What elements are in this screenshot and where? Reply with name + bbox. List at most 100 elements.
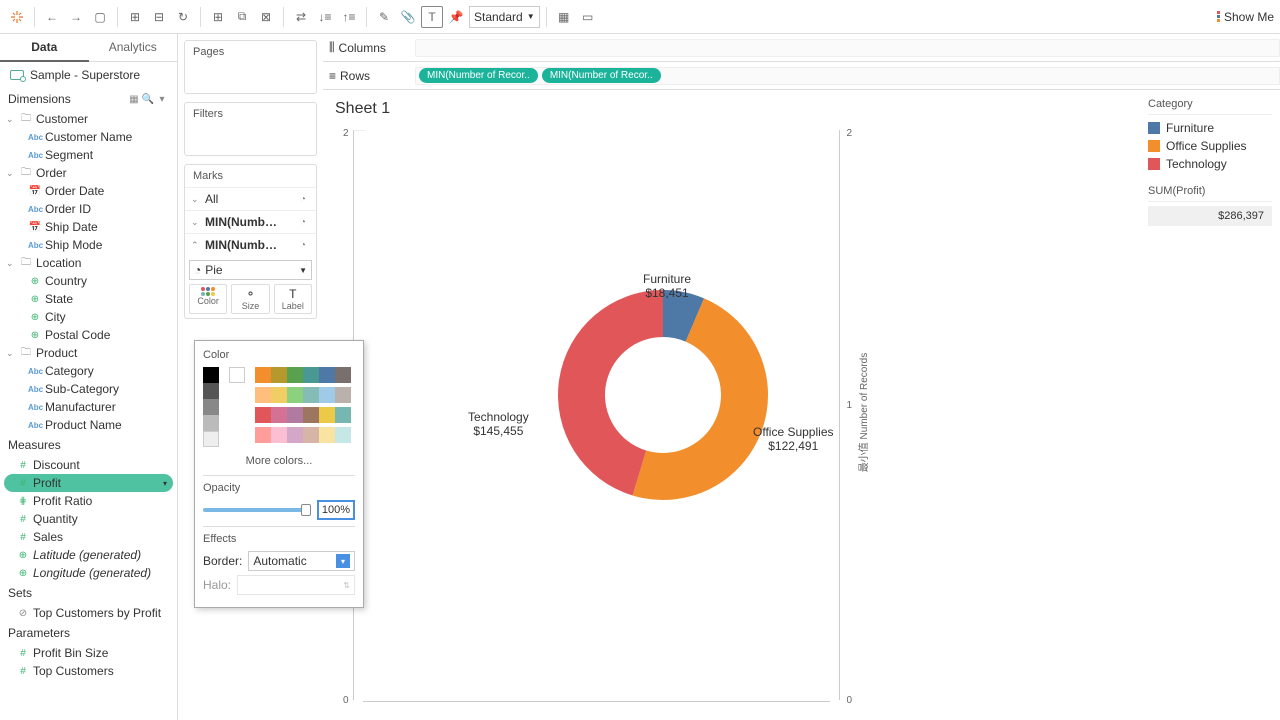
color-swatch[interactable]: [203, 383, 219, 399]
param-profit-bin[interactable]: #Profit Bin Size: [0, 644, 177, 662]
presentation-icon[interactable]: ▭: [577, 6, 599, 28]
field-customer-name[interactable]: AbcCustomer Name: [0, 128, 177, 146]
field-order-date[interactable]: 📅Order Date: [0, 182, 177, 200]
pin-icon[interactable]: 📌: [445, 6, 467, 28]
slider-thumb[interactable]: [301, 504, 311, 516]
field-ship-date[interactable]: 📅Ship Date: [0, 218, 177, 236]
color-swatch[interactable]: [303, 407, 319, 423]
color-swatch[interactable]: [203, 415, 219, 431]
color-swatch[interactable]: [319, 427, 335, 443]
undo-icon[interactable]: ←: [41, 6, 63, 28]
color-swatch[interactable]: [255, 407, 271, 423]
color-swatch[interactable]: [319, 367, 335, 383]
border-dropdown[interactable]: Automatic▾: [248, 551, 355, 571]
set-top-customers[interactable]: ⊘Top Customers by Profit: [0, 604, 177, 622]
color-swatch[interactable]: [203, 399, 219, 415]
field-latitude[interactable]: ⊕Latitude (generated): [0, 546, 177, 564]
pill-min-records-1[interactable]: MIN(Number of Recor..: [419, 68, 538, 83]
duplicate-icon[interactable]: ⧉: [231, 6, 253, 28]
field-category[interactable]: AbcCategory: [0, 362, 177, 380]
more-colors-link[interactable]: More colors...: [203, 455, 355, 467]
save-icon[interactable]: ▢: [89, 6, 111, 28]
field-state[interactable]: ⊕State: [0, 290, 177, 308]
field-segment[interactable]: AbcSegment: [0, 146, 177, 164]
field-postal-code[interactable]: ⊕Postal Code: [0, 326, 177, 344]
fit-dropdown[interactable]: Standard▼: [469, 6, 540, 28]
folder-order[interactable]: ⌄🗀Order: [0, 164, 177, 182]
color-swatch[interactable]: [229, 367, 245, 383]
highlight-icon[interactable]: ✎: [373, 6, 395, 28]
folder-product[interactable]: ⌄🗀Product: [0, 344, 177, 362]
color-swatch[interactable]: [287, 367, 303, 383]
marks-axis-1[interactable]: ⌄MIN(Numb…◔: [185, 210, 316, 233]
pill-min-records-2[interactable]: MIN(Number of Recor..: [542, 68, 661, 83]
refresh-icon[interactable]: ↻: [172, 6, 194, 28]
color-swatch[interactable]: [335, 387, 351, 403]
menu-icon[interactable]: ▾: [155, 92, 169, 106]
redo-icon[interactable]: →: [65, 6, 87, 28]
color-swatch[interactable]: [319, 387, 335, 403]
sort-desc-icon[interactable]: ↑≡: [338, 6, 360, 28]
opacity-slider[interactable]: [203, 508, 311, 512]
field-manufacturer[interactable]: AbcManufacturer: [0, 398, 177, 416]
tableau-logo-icon[interactable]: [6, 6, 28, 28]
marks-axis-2[interactable]: ⌃MIN(Numb…◔: [185, 233, 316, 256]
clear-icon[interactable]: ⊠: [255, 6, 277, 28]
field-discount[interactable]: #Discount: [0, 456, 177, 474]
field-country[interactable]: ⊕Country: [0, 272, 177, 290]
color-swatch[interactable]: [271, 427, 287, 443]
folder-customer[interactable]: ⌄🗀Customer: [0, 110, 177, 128]
datasource-item[interactable]: Sample - Superstore: [0, 62, 177, 88]
legend-technology[interactable]: Technology: [1148, 155, 1272, 173]
new-datasource-icon[interactable]: ⊞: [124, 6, 146, 28]
field-profit-ratio[interactable]: ⋕Profit Ratio: [0, 492, 177, 510]
field-city[interactable]: ⊕City: [0, 308, 177, 326]
marks-color-button[interactable]: Color: [189, 284, 227, 314]
color-swatch[interactable]: [271, 387, 287, 403]
color-swatch[interactable]: [319, 407, 335, 423]
color-swatch[interactable]: [335, 427, 351, 443]
opacity-input[interactable]: [317, 500, 355, 520]
show-cards-icon[interactable]: ▦: [553, 6, 575, 28]
color-swatch[interactable]: [303, 427, 319, 443]
view-data-icon[interactable]: ▦: [127, 92, 141, 106]
mark-type-dropdown[interactable]: ◔Pie▼: [189, 260, 312, 280]
rows-shelf[interactable]: ≡Rows MIN(Number of Recor.. MIN(Number o…: [323, 62, 1280, 90]
text-icon[interactable]: T: [421, 6, 443, 28]
tab-analytics[interactable]: Analytics: [89, 34, 178, 62]
sheet-title[interactable]: Sheet 1: [323, 90, 1140, 122]
field-quantity[interactable]: #Quantity: [0, 510, 177, 528]
color-swatch[interactable]: [255, 387, 271, 403]
color-swatch[interactable]: [287, 407, 303, 423]
field-order-id[interactable]: AbcOrder ID: [0, 200, 177, 218]
sort-asc-icon[interactable]: ↓≡: [314, 6, 336, 28]
filters-shelf[interactable]: Filters: [184, 102, 317, 156]
halo-dropdown[interactable]: ⇅: [237, 575, 355, 595]
chart-area[interactable]: Sheet 1 2 0 2 1 0 最小值 Number of Records: [323, 90, 1140, 720]
color-swatch[interactable]: [303, 387, 319, 403]
pause-icon[interactable]: ⊟: [148, 6, 170, 28]
color-swatch[interactable]: [255, 427, 271, 443]
swap-icon[interactable]: ⇄: [290, 6, 312, 28]
field-longitude[interactable]: ⊕Longitude (generated): [0, 564, 177, 582]
color-swatch[interactable]: [255, 367, 271, 383]
field-sales[interactable]: #Sales: [0, 528, 177, 546]
pages-shelf[interactable]: Pages: [184, 40, 317, 94]
legend-office-supplies[interactable]: Office Supplies: [1148, 137, 1272, 155]
color-swatch[interactable]: [287, 427, 303, 443]
color-swatch[interactable]: [303, 367, 319, 383]
field-subcategory[interactable]: AbcSub-Category: [0, 380, 177, 398]
param-top-customers[interactable]: #Top Customers: [0, 662, 177, 680]
group-icon[interactable]: 📎: [397, 6, 419, 28]
color-swatch[interactable]: [271, 407, 287, 423]
color-swatch[interactable]: [203, 431, 219, 447]
marks-size-button[interactable]: ⚬Size: [231, 284, 269, 314]
show-me-button[interactable]: Show Me: [1217, 10, 1274, 24]
color-swatch[interactable]: [203, 367, 219, 383]
tab-data[interactable]: Data: [0, 34, 89, 62]
search-icon[interactable]: 🔍: [141, 92, 155, 106]
field-product-name[interactable]: AbcProduct Name: [0, 416, 177, 434]
marks-label-button[interactable]: TLabel: [274, 284, 312, 314]
legend-furniture[interactable]: Furniture: [1148, 119, 1272, 137]
color-swatch[interactable]: [335, 407, 351, 423]
